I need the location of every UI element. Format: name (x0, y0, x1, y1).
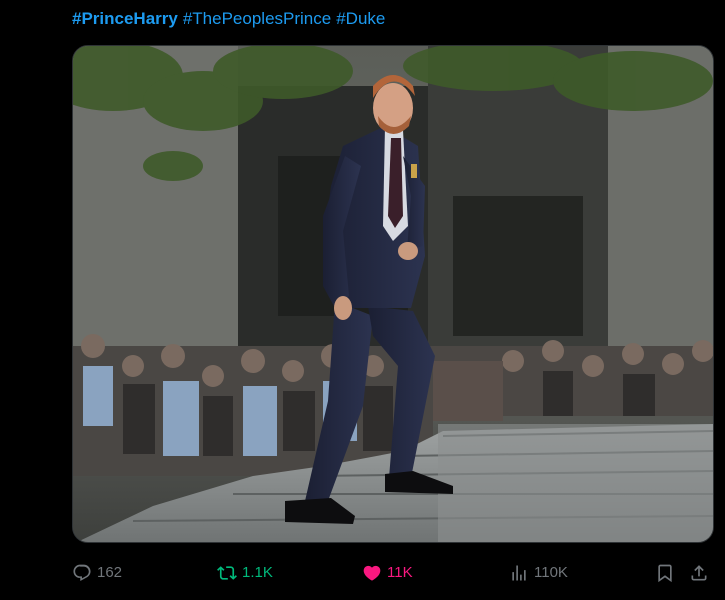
tweet-hashtags: #PrinceHarry #ThePeoplesPrince #Duke (72, 8, 390, 30)
heart-icon (363, 565, 381, 581)
views-button[interactable]: 110K (509, 558, 568, 588)
repost-icon (217, 566, 237, 580)
share-icon (691, 565, 707, 581)
reply-icon (73, 564, 91, 581)
reply-count: 162 (97, 564, 123, 581)
hashtag-link[interactable]: #ThePeoplesPrince (183, 9, 331, 28)
views-icon (512, 565, 526, 581)
repost-button[interactable]: 1.1K (217, 558, 273, 588)
bookmark-icon (658, 564, 672, 583)
hashtag-link[interactable]: #PrinceHarry (72, 9, 178, 28)
reply-button[interactable]: 162 (72, 558, 122, 588)
like-button[interactable]: 11K (362, 558, 413, 588)
hashtag-link[interactable]: #Duke (336, 9, 385, 28)
tweet-actions-bar: 162 1.1K 11K 110K (72, 558, 720, 588)
tweet-photo[interactable] (72, 45, 714, 543)
like-count: 11K (387, 564, 413, 581)
views-count: 110K (534, 564, 568, 581)
share-button[interactable] (689, 558, 709, 588)
bookmark-button[interactable] (655, 558, 675, 588)
repost-count: 1.1K (242, 564, 273, 581)
